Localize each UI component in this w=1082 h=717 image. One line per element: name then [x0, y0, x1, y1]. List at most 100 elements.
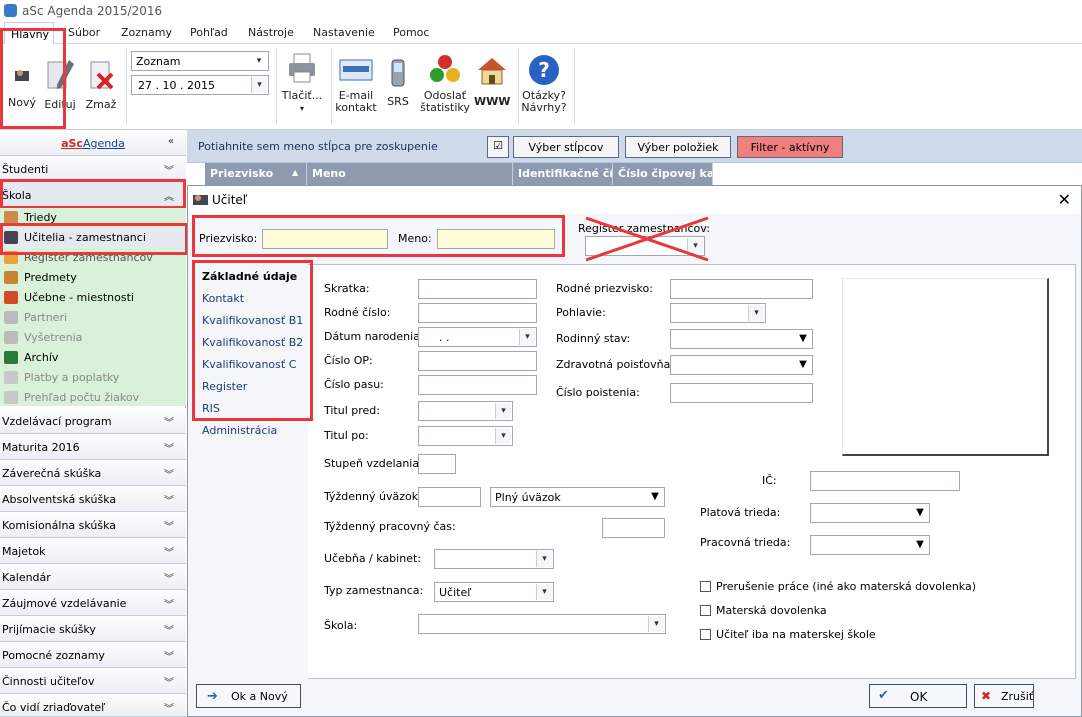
- cislo-poistenia-input[interactable]: [670, 383, 813, 403]
- sidebar-item-register[interactable]: Register zamestnancov: [0, 248, 186, 268]
- menu-nastavenie[interactable]: Nastavenie: [313, 26, 375, 39]
- column-chooser-icon[interactable]: ☑: [487, 136, 509, 158]
- nav-kontakt[interactable]: Kontakt: [202, 292, 244, 305]
- sidebar-section-komisionalna[interactable]: Komisionálna skúška ︾: [0, 512, 186, 538]
- datum-value: . .: [439, 331, 450, 344]
- nav-administracia[interactable]: Administrácia: [202, 424, 277, 437]
- help-button[interactable]: ? Otázky? Návrhy?: [521, 54, 567, 114]
- menu-tab-hlavny[interactable]: Hlavný: [4, 22, 54, 45]
- materska-dovolenka-checkbox[interactable]: [700, 605, 711, 616]
- skola-select[interactable]: ▾: [418, 614, 666, 634]
- close-icon[interactable]: ✕: [1058, 190, 1071, 209]
- grouping-panel[interactable]: Potiahnite sem meno stĺpca pre zoskupeni…: [187, 130, 1082, 163]
- materska-skola-checkbox[interactable]: [700, 629, 711, 640]
- tyzdenny-pracovny-cas-input[interactable]: [602, 518, 665, 538]
- nav-kvalifikovanost-b2[interactable]: Kvalifikovanosť B2: [202, 336, 303, 349]
- rodne-cislo-input[interactable]: [418, 303, 537, 323]
- new-button[interactable]: Nový: [6, 64, 38, 109]
- ok-and-new-button[interactable]: ➔ Ok a Nový: [196, 684, 301, 708]
- rodne-priezvisko-input[interactable]: [670, 279, 813, 299]
- email-contact-button[interactable]: E-mail kontakt: [334, 58, 378, 114]
- select-columns-button[interactable]: Výber stĺpcov: [513, 136, 619, 158]
- www-button[interactable]: WWW: [474, 56, 510, 108]
- edit-button[interactable]: Edituj: [42, 58, 78, 111]
- sidebar-section-cinnosti[interactable]: Činnosti učiteľov ︾: [0, 668, 186, 694]
- sidebar-item-vysetrenia[interactable]: Vyšetrenia: [0, 328, 186, 348]
- partner-icon: [4, 311, 18, 324]
- column-identifikacne[interactable]: Identifikačné čís...: [513, 163, 613, 185]
- ic-input[interactable]: [810, 471, 960, 491]
- menu-zoznamy[interactable]: Zoznamy: [121, 26, 172, 39]
- chevron-down-icon: ︾: [164, 600, 174, 611]
- skratka-input[interactable]: [418, 279, 537, 299]
- sidebar-item-partneri[interactable]: Partneri: [0, 308, 186, 328]
- cislo-op-input[interactable]: [418, 351, 537, 371]
- typ-zamestnanca-select[interactable]: Učiteľ ▾: [434, 582, 554, 602]
- filter-active-button[interactable]: Filter - aktívny: [737, 136, 843, 158]
- nav-zakladne-udaje[interactable]: Základné údaje: [202, 270, 297, 283]
- name-input[interactable]: [437, 229, 555, 249]
- platova-trieda-select[interactable]: ▼: [810, 503, 930, 523]
- cislo-pasu-input[interactable]: [418, 375, 537, 395]
- ucebna-kabinet-select[interactable]: ▾: [434, 549, 554, 569]
- sidebar-section-prijimacie[interactable]: Prijímacie skúšky ︾: [0, 616, 186, 642]
- datum-narodenia-picker[interactable]: . . ▾: [418, 327, 537, 347]
- column-meno[interactable]: Meno: [307, 163, 513, 185]
- sidebar-item-ucitelia[interactable]: Učitelia - zamestnanci: [0, 228, 186, 248]
- photo-area[interactable]: [842, 278, 1049, 456]
- nav-kvalifikovanost-c[interactable]: Kvalifikovanosť C: [202, 358, 296, 371]
- ok-button[interactable]: ✔ OK: [869, 684, 967, 708]
- sidebar-section-maturita[interactable]: Maturita 2016 ︾: [0, 434, 186, 460]
- section-label: Študenti: [2, 163, 49, 176]
- menu-subor[interactable]: Súbor: [68, 26, 100, 39]
- titul-po-select[interactable]: ▾: [418, 426, 513, 446]
- sidebar-item-predmety[interactable]: Predmety: [0, 268, 186, 288]
- sidebar-section-skola[interactable]: Škola ︽: [0, 182, 186, 208]
- surname-input[interactable]: [262, 229, 388, 249]
- rodinny-stav-select[interactable]: ▼: [670, 329, 813, 349]
- section-label: Maturita 2016: [2, 441, 80, 454]
- sidebar-item-platby[interactable]: Platby a poplatky: [0, 368, 186, 388]
- nav-register[interactable]: Register: [202, 380, 247, 393]
- send-statistics-button[interactable]: Odoslať štatistiky: [419, 54, 471, 114]
- menu-pomoc[interactable]: Pomoc: [393, 26, 429, 39]
- sidebar-section-pomocne[interactable]: Pomocné zoznamy ︾: [0, 642, 186, 668]
- menu-pohlad[interactable]: Pohľad: [190, 26, 228, 39]
- print-button[interactable]: Tlačiť... ▾: [280, 52, 324, 115]
- titul-pred-select[interactable]: ▾: [418, 401, 513, 421]
- sidebar-item-archiv[interactable]: Archív: [0, 348, 186, 368]
- uvazok-select[interactable]: Plný úväzok ▼: [490, 487, 665, 507]
- stupen-vzdelania-input[interactable]: [418, 454, 456, 474]
- chevron-down-icon: ︾: [164, 496, 174, 507]
- cancel-button[interactable]: ✖ Zrušiť: [974, 684, 1034, 708]
- sidebar-section-absolventska[interactable]: Absolventská skúška ︾: [0, 486, 186, 512]
- srs-button[interactable]: SRS: [384, 58, 412, 108]
- sidebar-section-zaujmove[interactable]: Záujmové vzdelávanie ︾: [0, 590, 186, 616]
- pohlavie-select[interactable]: ▾: [670, 303, 766, 323]
- date-picker[interactable]: 27 . 10 . 2015 ▾: [131, 75, 269, 95]
- select-items-button[interactable]: Výber položiek: [625, 136, 731, 158]
- sidebar-section-vzdelavaci[interactable]: Vzdelávací program ︾: [0, 408, 186, 434]
- column-cislo-cipovej[interactable]: Číslo čipovej kar...: [613, 163, 713, 185]
- prerusenie-prace-checkbox[interactable]: [700, 581, 711, 592]
- sidebar-section-studenti[interactable]: Študenti ︾: [0, 156, 186, 182]
- sidebar-section-zaverecna[interactable]: Záverečná skúška ︾: [0, 460, 186, 486]
- tyzdenny-uvazok-input[interactable]: [418, 487, 481, 507]
- zdravotna-poistovna-select[interactable]: ▼: [670, 355, 813, 375]
- sidebar-section-kalendar[interactable]: Kalendár ︾: [0, 564, 186, 590]
- sidebar-item-triedy[interactable]: Triedy: [0, 208, 186, 228]
- table-icon: [4, 391, 18, 404]
- help-label-2: Návrhy?: [521, 101, 567, 114]
- delete-button[interactable]: Zmaž: [84, 60, 118, 111]
- sidebar-section-majetok[interactable]: Majetok ︾: [0, 538, 186, 564]
- nav-ris[interactable]: RIS: [202, 402, 220, 415]
- nav-kvalifikovanost-b1[interactable]: Kvalifikovanosť B1: [202, 314, 303, 327]
- menu-nastroje[interactable]: Nástroje: [248, 26, 294, 39]
- sidebar-item-prehlad[interactable]: Prehľad počtu žiakov: [0, 388, 186, 408]
- collapse-sidebar-icon[interactable]: «: [168, 136, 174, 147]
- pracovna-trieda-select[interactable]: ▼: [810, 535, 930, 555]
- chevron-down-icon: ▾: [251, 77, 267, 93]
- list-select[interactable]: Zoznam ▾: [131, 51, 269, 71]
- sidebar-item-ucebne[interactable]: Učebne - miestnosti: [0, 288, 186, 308]
- sidebar-section-co-vidi[interactable]: Čo vidí zriaďovateľ ︾: [0, 694, 186, 717]
